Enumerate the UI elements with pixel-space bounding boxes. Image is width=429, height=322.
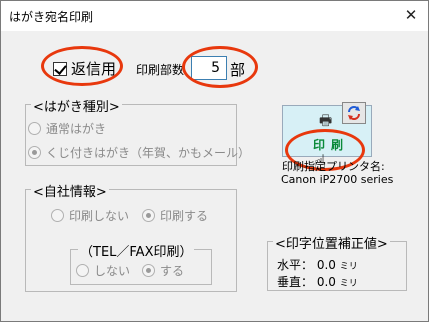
- radio-tel-fax-no[interactable]: しない: [76, 262, 130, 279]
- dialog-window: はがき宛名印刷 ✕ 返信用 印刷部数 5 部 <はがき種別> 通常はがき くじ付…: [0, 0, 429, 322]
- radio-circle[interactable]: [142, 209, 155, 222]
- return-mail-label: 返信用: [71, 60, 117, 78]
- radio-tel-fax-yes[interactable]: する: [142, 262, 184, 279]
- close-icon[interactable]: ✕: [400, 4, 422, 26]
- vertical-value: 0.0: [316, 275, 336, 289]
- copies-unit: 部: [230, 61, 246, 79]
- radio-label: しない: [94, 264, 131, 278]
- vertical-offset-row: 垂直： 0.0 ミリ: [277, 273, 358, 290]
- radio-circle[interactable]: [51, 209, 64, 222]
- radio-circle[interactable]: [28, 122, 41, 135]
- horizontal-label: 水平：: [277, 258, 314, 272]
- copies-input[interactable]: 5: [191, 56, 227, 80]
- printer-name: Canon iP2700 series: [281, 173, 394, 186]
- radio-label: する: [160, 264, 185, 278]
- offset-title: <印字位置補正値>: [273, 233, 390, 252]
- radio-circle[interactable]: [142, 264, 155, 277]
- radio-normal-card[interactable]: 通常はがき: [28, 120, 106, 137]
- refresh-icon: [348, 106, 360, 120]
- company-info-title: <自社情報>: [31, 181, 109, 200]
- radio-lottery-card[interactable]: くじ付きはがき（年賀、かもメール）: [28, 144, 250, 161]
- printer-icon: 🖶: [319, 113, 333, 129]
- radio-label: くじ付きはがき（年賀、かもメール）: [46, 146, 251, 160]
- radio-label: 通常はがき: [46, 122, 107, 136]
- radio-label: 印刷しない: [69, 209, 130, 223]
- vertical-label: 垂直：: [277, 275, 314, 289]
- copies-label: 印刷部数: [136, 63, 185, 77]
- radio-company-print[interactable]: 印刷する: [142, 207, 208, 224]
- radio-circle[interactable]: [76, 264, 89, 277]
- card-type-title: <はがき種別>: [31, 96, 122, 115]
- horizontal-offset-row: 水平： 0.0 ミリ: [277, 256, 358, 273]
- radio-company-no-print[interactable]: 印刷しない: [51, 207, 129, 224]
- radio-circle[interactable]: [28, 146, 41, 159]
- window-title: はがき宛名印刷: [9, 10, 94, 24]
- radio-label: 印刷する: [160, 209, 209, 223]
- horizontal-value: 0.0: [316, 258, 336, 272]
- tel-fax-title: （TEL／FAX印刷）: [78, 241, 195, 260]
- refresh-button[interactable]: [342, 102, 366, 124]
- printer-label: 印刷指定プリンタ名:: [282, 160, 385, 173]
- horizontal-unit: ミリ: [339, 262, 358, 272]
- checkbox-box[interactable]: [53, 61, 67, 76]
- return-mail-checkbox[interactable]: 返信用: [53, 58, 116, 79]
- vertical-unit: ミリ: [339, 279, 358, 289]
- title-bar: はがき宛名印刷 ✕: [1, 1, 428, 31]
